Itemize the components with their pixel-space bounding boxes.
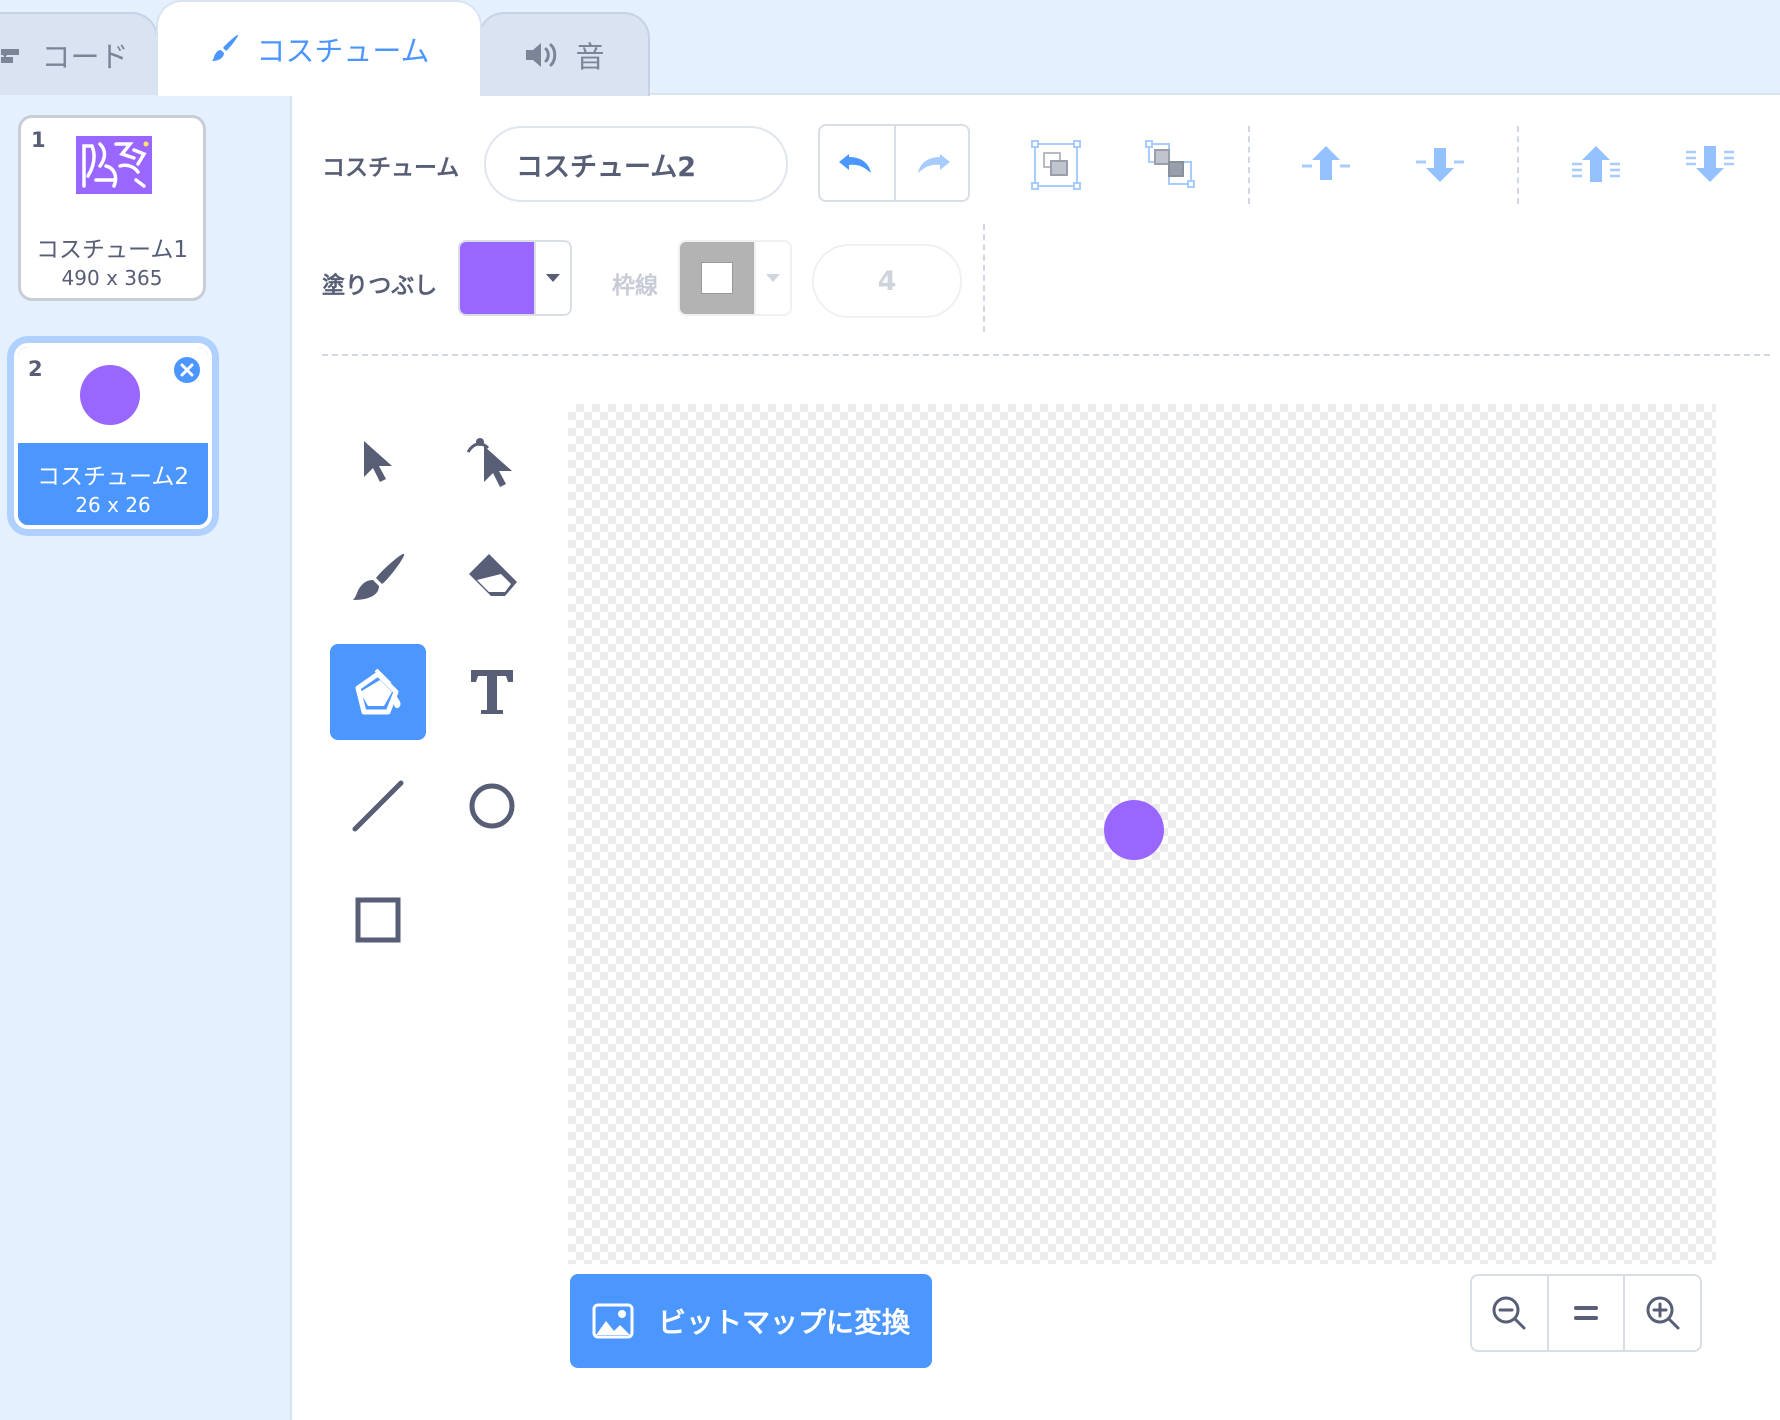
brush-icon — [353, 553, 405, 600]
editor-tab-bar: コード コスチューム 音 — [0, 0, 1780, 96]
zoom-out-button[interactable] — [1472, 1276, 1547, 1350]
costume-size: 490 x 365 — [61, 266, 163, 290]
forward-button[interactable] — [1298, 136, 1354, 192]
paint-canvas[interactable] — [568, 404, 1716, 1264]
costume-thumbnail — [76, 136, 152, 194]
ungroup-icon — [1145, 140, 1195, 188]
costume-item-selected[interactable]: 2 コスチューム2 26 x 26 — [14, 343, 212, 529]
brush-icon — [212, 34, 239, 61]
undo-redo-group — [818, 124, 970, 202]
close-icon — [180, 363, 194, 377]
brush-tool[interactable] — [330, 530, 426, 626]
tab-sound-label: 音 — [575, 40, 605, 74]
caret-down-icon — [766, 274, 780, 282]
image-icon — [592, 1303, 634, 1339]
fill-swatch — [460, 242, 534, 314]
undo-button[interactable] — [820, 126, 894, 200]
zoom-out-icon — [1492, 1296, 1526, 1330]
circle-thumbnail — [80, 365, 140, 425]
costume-number: 1 — [31, 128, 46, 152]
caret-down-icon — [546, 274, 560, 282]
stroke-width-input[interactable]: 4 — [812, 244, 962, 318]
convert-to-bitmap-button[interactable]: ビットマップに変換 — [570, 1274, 932, 1368]
costume-name-input[interactable]: コスチューム2 — [484, 126, 788, 202]
backward-button[interactable] — [1412, 136, 1468, 192]
fill-dropdown[interactable] — [534, 242, 570, 314]
reshape-tool[interactable] — [444, 414, 540, 510]
text-icon — [471, 670, 513, 714]
tab-code-label: コード — [41, 40, 129, 74]
outline-label: 枠線 — [612, 273, 658, 299]
equals-icon — [1574, 1306, 1598, 1320]
outline-color-picker[interactable] — [678, 240, 792, 316]
zoom-in-icon — [1646, 1296, 1680, 1330]
fill-tool[interactable] — [330, 644, 426, 740]
delete-costume-button[interactable] — [172, 355, 202, 385]
ungroup-button[interactable] — [1140, 136, 1200, 194]
toolbar-separator — [322, 354, 1770, 356]
reshape-icon — [466, 438, 512, 487]
back-button[interactable] — [1682, 136, 1738, 192]
front-button[interactable] — [1568, 136, 1624, 192]
redo-button[interactable] — [894, 126, 968, 200]
fill-color-picker[interactable] — [458, 240, 572, 316]
zoom-controls — [1470, 1274, 1702, 1352]
costume-list: 1 コスチューム1 490 x 365 2 コスチューム2 26 x 26 — [0, 95, 292, 1420]
eraser-tool[interactable] — [444, 530, 540, 626]
costume-size: 26 x 26 — [75, 493, 151, 517]
costume-number: 2 — [28, 357, 43, 381]
send-to-back-icon — [1686, 146, 1734, 182]
code-icon — [1, 49, 20, 63]
costume-item[interactable]: 1 コスチューム1 490 x 365 — [18, 115, 206, 301]
circle-tool[interactable] — [444, 758, 540, 854]
tab-sound[interactable]: 音 — [478, 12, 650, 96]
redo-icon — [918, 154, 950, 173]
costume-name-label: コスチューム — [322, 155, 460, 181]
zoom-in-button[interactable] — [1623, 1276, 1700, 1350]
arrow-down-icon — [1416, 148, 1464, 182]
rectangle-tool[interactable] — [330, 872, 426, 968]
rectangle-icon — [355, 897, 401, 943]
eraser-icon — [469, 554, 517, 596]
convert-button-label: ビットマップに変換 — [658, 1306, 911, 1339]
fill-label: 塗りつぶし — [322, 273, 438, 299]
select-tool[interactable] — [330, 414, 426, 510]
costume-name: コスチューム1 — [36, 237, 188, 263]
group-icon — [1031, 140, 1081, 190]
circle-shape[interactable] — [1104, 800, 1164, 860]
outline-swatch — [680, 242, 754, 314]
costume-name: コスチューム2 — [37, 464, 189, 490]
group-button[interactable] — [1026, 136, 1086, 194]
text-tool[interactable] — [444, 644, 540, 740]
fill-icon — [355, 668, 401, 715]
outline-dropdown[interactable] — [754, 242, 790, 314]
tab-code[interactable]: コード — [0, 12, 158, 96]
zoom-reset-button[interactable] — [1546, 1276, 1624, 1350]
speaker-icon — [526, 43, 557, 67]
undo-icon — [839, 154, 871, 173]
bring-to-front-icon — [1572, 146, 1620, 182]
tab-costume[interactable]: コスチューム — [156, 0, 482, 96]
line-tool[interactable] — [330, 758, 426, 854]
circle-icon — [469, 783, 515, 829]
toolbar-divider — [1248, 126, 1250, 204]
outline-swatch-inner — [701, 262, 733, 294]
toolbar-divider — [1517, 126, 1519, 204]
toolbar-divider — [983, 224, 985, 332]
arrow-up-icon — [1302, 146, 1350, 180]
tab-costume-label: コスチューム — [256, 34, 430, 68]
line-icon — [352, 780, 404, 832]
select-icon — [364, 441, 392, 482]
